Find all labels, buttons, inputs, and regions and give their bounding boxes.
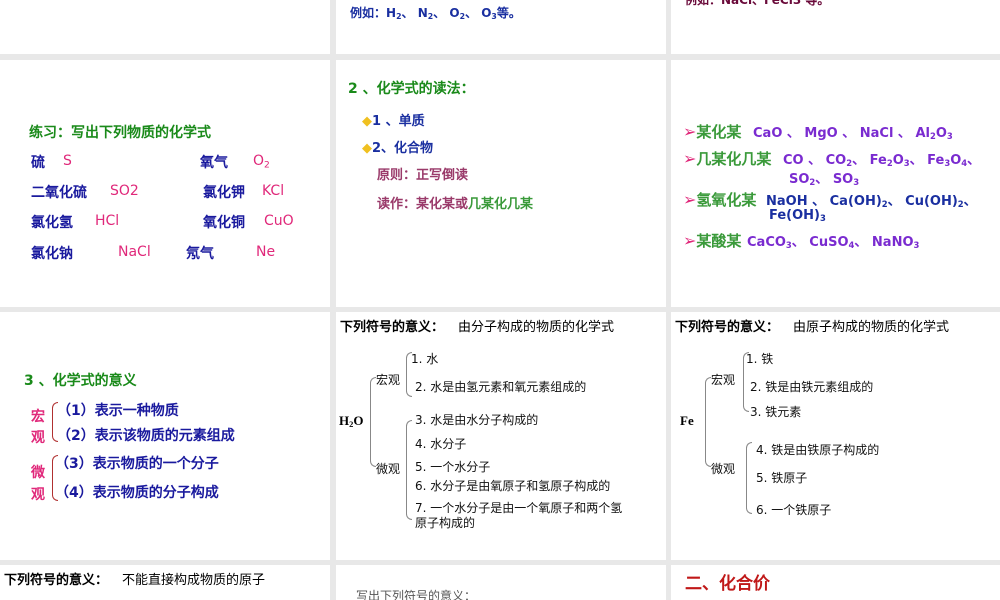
micro-label: 微 xyxy=(31,465,45,481)
naming-row: ➢几某化几某 CO 、 CO2、 Fe2O3、 Fe3O4、 xyxy=(683,149,981,169)
bullet-1: ◆1 、单质 xyxy=(362,114,425,129)
substance-formula: S xyxy=(63,153,72,169)
meaning-item: 2. 水是由氢元素和氧元素组成的 xyxy=(415,380,587,394)
meaning-item: （2）表示该物质的元素组成 xyxy=(57,428,235,444)
meaning-item: （3）表示物质的一个分子 xyxy=(55,456,219,472)
substance-name: 氧化铜 xyxy=(203,215,245,231)
example-line: 例如：NaCl、FeCl3 等。 xyxy=(685,0,830,7)
slide-heading: 下列符号的意义： 由原子构成的物质的化学式 xyxy=(675,320,950,335)
substance-name: 氯化钠 xyxy=(31,246,73,262)
arrow-icon: ➢ xyxy=(683,231,697,250)
substance-name: 氖气 xyxy=(186,246,214,262)
slide-reading[interactable]: 2 、化学式的读法： ◆1 、单质 ◆2、化合物 原则：正写倒读 读作：某化某或… xyxy=(336,60,666,307)
practice-title: 练习：写出下列物质的化学式 xyxy=(29,125,211,141)
meaning-item: 2. 铁是由铁元素组成的 xyxy=(750,380,874,394)
naming-row-cont: SO2、 SO3 xyxy=(789,172,860,188)
arrow-icon: ➢ xyxy=(683,190,697,209)
meaning-item: 5. 铁原子 xyxy=(756,471,808,485)
micro-label: 观 xyxy=(31,487,45,503)
substance-formula: O2 xyxy=(253,153,270,171)
substance-formula: HCl xyxy=(95,213,120,229)
meaning-item: 1. 水 xyxy=(411,352,439,366)
meaning-item: 1. 铁 xyxy=(746,352,774,366)
slide-title: 二、化合价 xyxy=(685,574,770,594)
meaning-item: 4. 水分子 xyxy=(415,437,467,451)
slide-practice[interactable]: 练习：写出下列物质的化学式 硫 S 氧气 O2 二氧化硫 SO2 氯化钾 KCl 氯化氢 HCl 氧… xyxy=(0,60,330,307)
substance-formula: SO2 xyxy=(110,183,139,199)
brace xyxy=(406,420,412,520)
bullet-2: ◆2、化合物 xyxy=(362,141,434,156)
naming-row: ➢某酸某 CaCO3、 CuSO4、 NaNO3 xyxy=(683,231,920,251)
meaning-item: 原子构成的 xyxy=(415,516,476,530)
substance-name: 硫 xyxy=(31,155,45,171)
slide-fe[interactable]: 下列符号的意义： 由原子构成的物质的化学式 Fe 宏观 微观 1. 铁 2. 铁是… xyxy=(671,312,1000,560)
micro-label: 微观 xyxy=(711,462,736,476)
rule-text: 原则：正写倒读 xyxy=(377,168,469,183)
slide-text: 写出下列符号的意义： xyxy=(356,589,477,600)
substance-formula: NaCl xyxy=(118,244,151,260)
macro-label: 宏观 xyxy=(711,373,736,387)
substance-formula: CuO xyxy=(264,213,294,229)
slide-h2o[interactable]: 下列符号的意义： 由分子构成的物质的化学式 H2O 宏观 微观 1. 水 2. 水… xyxy=(336,312,666,560)
substance-formula: KCl xyxy=(262,183,285,199)
symbol: H2O xyxy=(339,413,364,430)
arrow-icon: ➢ xyxy=(683,122,697,141)
slide-thumb[interactable]: 下列符号的意义： 不能直接构成物质的原子 xyxy=(0,565,330,600)
meaning-title: 3 、化学式的意义 xyxy=(24,373,137,389)
substance-name: 氯化氢 xyxy=(31,215,73,231)
brace xyxy=(370,377,376,467)
substance-name: 氧气 xyxy=(200,155,228,171)
slide-thumb[interactable] xyxy=(0,0,330,54)
meaning-item: 3. 水是由水分子构成的 xyxy=(415,413,539,427)
naming-row: ➢某化某 CaO 、 MgO 、 NaCl 、 Al2O3 xyxy=(683,122,953,142)
naming-row-cont: Fe(OH)3 xyxy=(769,208,826,224)
meaning-item: 6. 一个铁原子 xyxy=(756,503,832,517)
macro-label: 观 xyxy=(31,430,45,446)
meaning-item: 3. 铁元素 xyxy=(750,405,802,419)
meaning-item: 4. 铁是由铁原子构成的 xyxy=(756,443,880,457)
slide-thumb[interactable]: 例如：NaCl、FeCl3 等。 xyxy=(671,0,1000,54)
meaning-item: 5. 一个水分子 xyxy=(415,460,491,474)
arrow-icon: ➢ xyxy=(683,149,697,168)
slide-naming[interactable]: ➢某化某 CaO 、 MgO 、 NaCl 、 Al2O3 ➢几某化几某 CO … xyxy=(671,60,1000,307)
meaning-item: （4）表示物质的分子构成 xyxy=(55,485,219,501)
naming-row: ➢氢氧化某 NaOH 、 Ca(OH)2、 Cu(OH)2、 xyxy=(683,190,977,210)
brace xyxy=(746,442,752,514)
meaning-item: （1）表示一种物质 xyxy=(57,403,179,419)
brace xyxy=(705,377,711,467)
slide-heading: 下列符号的意义： 不能直接构成物质的原子 xyxy=(4,573,266,588)
diamond-icon: ◆ xyxy=(362,141,372,156)
slide-thumb[interactable]: 写出下列符号的意义： xyxy=(336,565,666,600)
substance-formula: Ne xyxy=(256,244,276,260)
micro-label: 微观 xyxy=(376,462,401,476)
read-as-text: 读作：某化某或几某化几某 xyxy=(377,197,534,212)
slide-thumb[interactable]: 二、化合价 xyxy=(671,565,1000,600)
slide-meaning[interactable]: 3 、化学式的意义 宏 观 微 观 （1）表示一种物质 （2）表示该物质的元素组… xyxy=(0,312,330,560)
slide-heading: 下列符号的意义： 由分子构成的物质的化学式 xyxy=(340,320,615,335)
substance-name: 氯化钾 xyxy=(203,185,245,201)
macro-label: 宏 xyxy=(31,409,45,425)
example-line: 例如：H2、 N2、 O2、 O3等。 xyxy=(350,6,521,21)
reading-title: 2 、化学式的读法： xyxy=(348,81,475,97)
symbol: Fe xyxy=(680,413,694,428)
diamond-icon: ◆ xyxy=(362,114,372,129)
macro-label: 宏观 xyxy=(376,373,401,387)
meaning-item: 6. 水分子是由氧原子和氢原子构成的 xyxy=(415,479,611,493)
substance-name: 二氧化硫 xyxy=(31,185,87,201)
slide-thumb[interactable]: 例如：H2、 N2、 O2、 O3等。 xyxy=(336,0,666,54)
